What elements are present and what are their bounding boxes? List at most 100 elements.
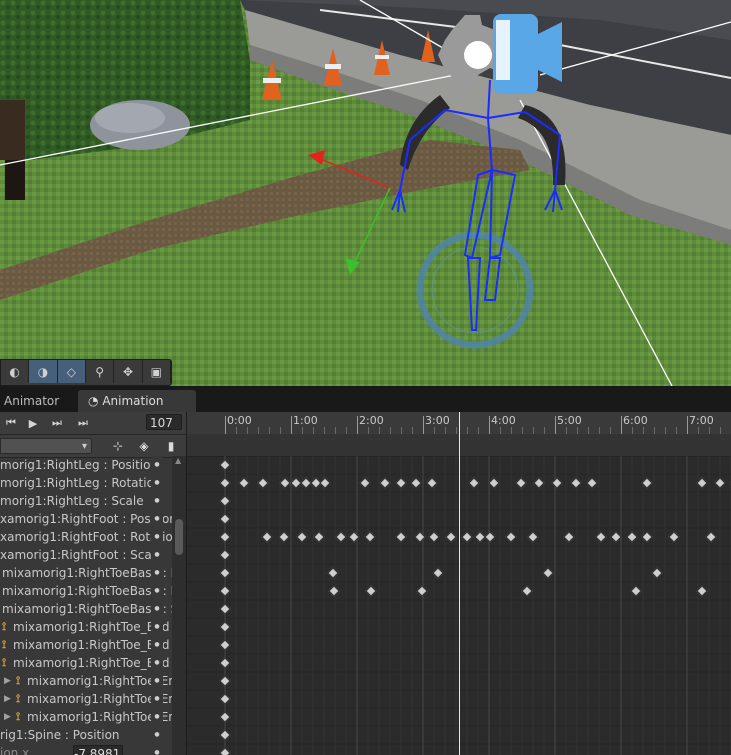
curve-options-icon[interactable]: ● (151, 654, 163, 672)
keyframe[interactable] (416, 585, 428, 597)
keyframe[interactable] (468, 477, 480, 489)
property-row[interactable]: ⟟ mixamorig1:RightToe_End : Position● (0, 618, 172, 636)
property-scrollbar[interactable]: ▲ (172, 456, 186, 755)
curve-options-icon[interactable]: ● (151, 600, 163, 618)
keyframe[interactable] (219, 693, 231, 705)
search-button[interactable]: ⚲ (86, 360, 115, 383)
keyframe[interactable] (505, 531, 517, 543)
curve-options-icon[interactable]: ● (151, 744, 163, 755)
next-key-button[interactable]: ⏭ (46, 414, 68, 432)
keyframe[interactable] (238, 477, 250, 489)
playhead[interactable] (459, 412, 460, 755)
curve-options-icon[interactable]: ● (151, 582, 163, 600)
keyframe[interactable] (515, 477, 527, 489)
property-row[interactable]: ion.x -7.8981 ● (0, 744, 172, 755)
keyframe[interactable] (705, 531, 718, 543)
keyframe[interactable] (595, 531, 607, 543)
curve-options-icon[interactable]: ● (151, 510, 163, 528)
layers-button[interactable]: ◇ (57, 360, 86, 383)
keyframe[interactable] (586, 477, 598, 489)
scroll-up-icon[interactable]: ▲ (175, 456, 181, 465)
property-row[interactable]: xamorig1:RightFoot : Rotation ● (0, 528, 172, 546)
tab-animator[interactable]: Animator (0, 390, 80, 412)
property-row[interactable]: xamorig1:RightFoot : Position ● (0, 510, 172, 528)
property-row[interactable]: mixamorig1:RightToeBase : Rotation● (0, 582, 172, 600)
property-row[interactable]: mixamorig1:RightToeBase : Position● (0, 564, 172, 582)
last-frame-button[interactable]: ⏭ (72, 414, 94, 432)
keyframe[interactable] (395, 531, 407, 543)
effects-toggle-button[interactable]: ◑ (29, 360, 58, 383)
keyframe[interactable] (668, 531, 681, 543)
keyframe[interactable] (695, 477, 708, 489)
keyframe[interactable] (219, 639, 231, 651)
keyframe[interactable] (651, 567, 663, 579)
keyframe[interactable] (334, 531, 347, 543)
keyframe[interactable] (319, 477, 331, 489)
scrollbar-thumb[interactable] (175, 519, 183, 555)
keyframe[interactable] (426, 477, 438, 489)
keyframe[interactable] (219, 747, 231, 755)
keyframe[interactable] (365, 585, 377, 597)
property-value-input[interactable]: -7.8981 (73, 745, 123, 755)
scene-view[interactable]: ◐ ◑ ◇ ⚲ ✥ ▣ (0, 0, 731, 386)
keyframe[interactable] (219, 585, 231, 597)
keyframe[interactable] (610, 531, 622, 543)
keyframe[interactable] (328, 585, 340, 597)
property-row[interactable]: ▶ ⟟ mixamorig1:RightToe_End ● (0, 672, 172, 690)
keyframe[interactable] (394, 477, 407, 489)
expand-arrow-icon[interactable]: ▶ (4, 672, 11, 690)
keyframe[interactable] (256, 477, 269, 489)
keyframe[interactable] (219, 657, 231, 669)
keyframe[interactable] (296, 531, 308, 543)
keyframe[interactable] (219, 603, 231, 615)
property-row[interactable]: ▶ ⟟ mixamorig1:RightToe_End ● (0, 690, 172, 708)
expand-arrow-icon[interactable]: ▶ (4, 690, 11, 708)
curve-options-icon[interactable]: ● (151, 546, 163, 564)
curve-options-icon[interactable]: ● (151, 618, 163, 636)
keyframe[interactable] (410, 477, 423, 489)
keyframe[interactable] (445, 531, 457, 543)
keyframe[interactable] (348, 531, 360, 543)
property-row[interactable]: xamorig1:RightFoot : Scale ● (0, 546, 172, 564)
add-keyframe-button[interactable]: ◈ (133, 438, 155, 454)
keyframe[interactable] (563, 531, 575, 543)
keyframe[interactable] (641, 531, 654, 543)
keyframe[interactable] (219, 459, 231, 471)
keyframe[interactable] (542, 567, 555, 579)
keyframe[interactable] (219, 729, 231, 741)
keyframe[interactable] (219, 513, 231, 525)
curve-options-icon[interactable]: ● (151, 492, 163, 510)
property-row[interactable]: morig1:RightLeg : Scale ● (0, 492, 172, 510)
curve-options-icon[interactable]: ● (151, 726, 163, 744)
add-event-button[interactable]: ▮ (160, 438, 182, 454)
curve-options-icon[interactable]: ● (151, 456, 163, 474)
keyframe[interactable] (432, 567, 444, 579)
keyframe[interactable] (261, 531, 273, 543)
keyframe[interactable] (219, 531, 231, 543)
keyframe[interactable] (428, 531, 440, 543)
keyframe[interactable] (484, 531, 496, 543)
keyframe[interactable] (570, 477, 582, 489)
curve-options-icon[interactable]: ● (151, 636, 163, 654)
keyframe[interactable] (279, 477, 291, 489)
shading-mode-button[interactable]: ◐ (1, 360, 30, 383)
tab-animation[interactable]: ◔ Animation (78, 390, 196, 412)
keyframe[interactable] (714, 477, 726, 489)
keyframe[interactable] (219, 549, 231, 561)
curve-options-icon[interactable]: ● (151, 564, 163, 582)
keyframe[interactable] (219, 711, 231, 723)
keyframe[interactable] (219, 675, 231, 687)
property-row[interactable]: ⟟ mixamorig1:RightToe_End : Scale● (0, 654, 172, 672)
property-row[interactable]: mixamorig1:RightToeBase : Scale● (0, 600, 172, 618)
keyframe[interactable] (219, 621, 231, 633)
clip-dropdown[interactable]: ▾ (0, 438, 92, 454)
property-row[interactable]: rig1:Spine : Position ● (0, 726, 172, 744)
property-row[interactable]: morig1:RightLeg : Position ● (0, 456, 172, 474)
keyframe[interactable] (641, 477, 654, 489)
property-row[interactable]: ▶ ⟟ mixamorig1:RightToe_End ● (0, 708, 172, 726)
keyframe[interactable] (551, 477, 563, 489)
curve-options-icon[interactable]: ● (151, 690, 163, 708)
curve-options-icon[interactable]: ● (151, 708, 163, 726)
keyframe[interactable] (326, 567, 339, 579)
keyframe[interactable] (313, 531, 325, 543)
